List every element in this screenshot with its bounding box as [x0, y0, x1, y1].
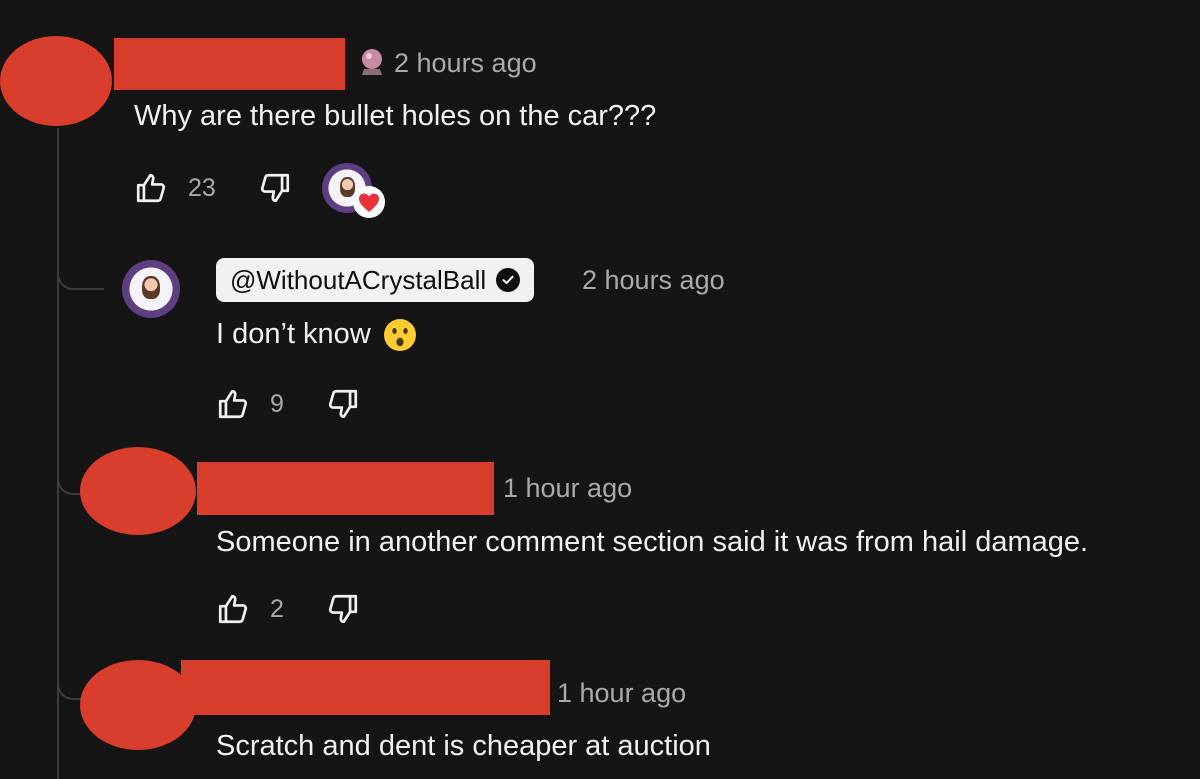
dislike-icon: [328, 594, 358, 624]
like-icon: [218, 389, 248, 419]
reply-connector: [57, 266, 104, 290]
dislike-icon: [328, 389, 358, 419]
redacted-avatar[interactable]: [80, 660, 196, 750]
redacted-username[interactable]: [181, 660, 550, 715]
reply-text: Someone in another comment section said …: [216, 526, 1089, 558]
reply-timestamp[interactable]: 2 hours ago: [582, 265, 725, 296]
astonished-emoji-icon: [383, 319, 416, 352]
like-count: 23: [188, 174, 216, 202]
like-count: 2: [270, 595, 284, 623]
channel-avatar[interactable]: [122, 260, 180, 318]
like-button[interactable]: [134, 171, 168, 205]
like-button[interactable]: [216, 387, 250, 421]
comment-text: Why are there bullet holes on the car???: [134, 100, 657, 132]
like-icon: [136, 173, 166, 203]
redacted-username[interactable]: [197, 462, 494, 515]
reply-text-content: I don’t know: [216, 318, 371, 350]
reply-text: Scratch and dent is cheaper at auction: [216, 730, 711, 762]
like-count: 9: [270, 390, 284, 418]
verified-check-icon: [496, 268, 521, 292]
redacted-avatar[interactable]: [80, 447, 196, 535]
reply-timestamp[interactable]: 1 hour ago: [503, 473, 632, 504]
like-button[interactable]: [216, 592, 250, 626]
redacted-avatar[interactable]: [0, 36, 112, 126]
comment-thread: 2 hours ago Why are there bullet holes o…: [0, 0, 1200, 779]
channel-handle: @WithoutACrystalBall: [230, 264, 487, 295]
dislike-button[interactable]: [326, 592, 360, 626]
heart-icon: [353, 186, 385, 218]
crystal-ball-icon: [362, 49, 382, 75]
dislike-button[interactable]: [258, 171, 292, 205]
reply-timestamp[interactable]: 1 hour ago: [557, 678, 686, 709]
channel-handle-chip[interactable]: @WithoutACrystalBall: [216, 258, 535, 302]
comment-timestamp[interactable]: 2 hours ago: [394, 48, 537, 79]
redacted-username[interactable]: [114, 38, 345, 90]
reply-text: I don’t know: [216, 318, 417, 352]
like-icon: [218, 594, 248, 624]
dislike-button[interactable]: [326, 387, 360, 421]
dislike-icon: [260, 173, 290, 203]
